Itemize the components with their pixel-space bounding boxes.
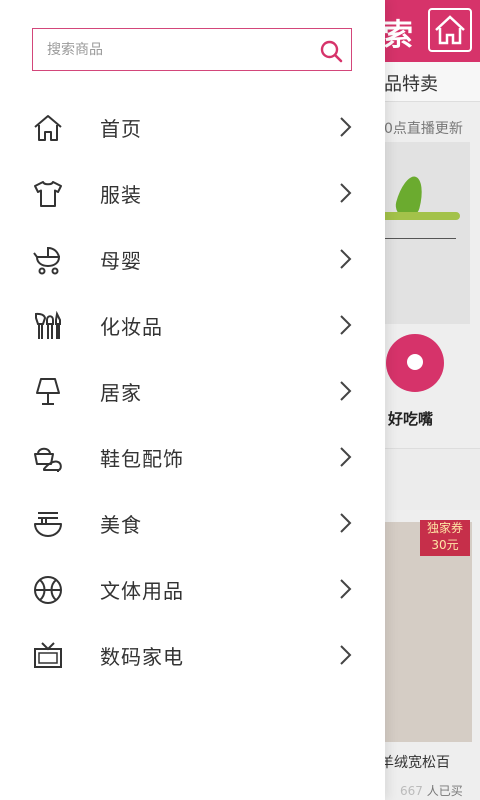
- home-icon: [34, 115, 62, 141]
- stroller-icon: [33, 246, 61, 275]
- menu-item-shoes-bags[interactable]: 鞋包配饰: [0, 425, 385, 491]
- sold-count: 667 人已买: [400, 782, 463, 799]
- background-product-title: 羊绒宽松百: [380, 755, 450, 771]
- coupon-badge-line2: 30元: [431, 538, 459, 552]
- tshirt-icon: [34, 181, 62, 207]
- chevron-right-icon: [340, 249, 352, 269]
- chevron-right-icon: [340, 183, 352, 203]
- search-icon[interactable]: [319, 39, 343, 63]
- home-icon[interactable]: [428, 8, 472, 52]
- menu-item-cosmetics[interactable]: 化妆品: [0, 293, 385, 359]
- lamp-icon: [36, 378, 60, 405]
- food-category-icon[interactable]: [386, 334, 444, 392]
- chevron-right-icon: [340, 645, 352, 665]
- chevron-right-icon: [340, 117, 352, 137]
- sold-count-number: 667: [400, 784, 423, 798]
- background-category-label: 好吃嘴: [388, 410, 434, 428]
- coupon-badge-line1: 独家券: [426, 521, 463, 535]
- menu-item-label: 鞋包配饰: [100, 447, 184, 471]
- menu-item-label: 母婴: [100, 249, 142, 273]
- chevron-right-icon: [340, 579, 352, 599]
- menu-item-digital-appliances[interactable]: 数码家电: [0, 623, 385, 689]
- menu-item-label: 首页: [100, 117, 142, 141]
- background-update-text: 0点直播更新: [384, 121, 463, 137]
- background-search-text: 索: [383, 18, 413, 53]
- menu-item-label: 美食: [100, 513, 142, 537]
- background-product-image[interactable]: [380, 142, 470, 324]
- menu-item-clothing[interactable]: 服装: [0, 161, 385, 227]
- chevron-right-icon: [340, 447, 352, 467]
- menu-item-label: 化妆品: [100, 315, 163, 339]
- ball-icon: [34, 576, 62, 604]
- noodle-bowl-icon: [34, 512, 62, 537]
- product-bar-image: [380, 212, 460, 220]
- menu-item-sports-stationery[interactable]: 文体用品: [0, 557, 385, 623]
- sold-count-suffix: 人已买: [426, 784, 463, 798]
- menu-item-label: 居家: [100, 381, 142, 405]
- search-box[interactable]: [32, 28, 352, 71]
- background-subnav-text: 品特卖: [384, 74, 438, 95]
- chevron-right-icon: [340, 381, 352, 401]
- menu-item-baby[interactable]: 母婴: [0, 227, 385, 293]
- menu-item-label: 数码家电: [100, 645, 184, 669]
- side-drawer: 首页 服装 母婴: [0, 0, 385, 800]
- chevron-right-icon: [340, 513, 352, 533]
- search-input[interactable]: [47, 38, 297, 62]
- coupon-badge: 独家券 30元: [420, 520, 470, 556]
- menu-item-home-living[interactable]: 居家: [0, 359, 385, 425]
- menu-item-home[interactable]: 首页: [0, 95, 385, 161]
- tv-icon: [34, 642, 62, 668]
- menu-item-food[interactable]: 美食: [0, 491, 385, 557]
- menu-item-label: 服装: [100, 183, 142, 207]
- product-line-image: [380, 238, 456, 239]
- menu-item-label: 文体用品: [100, 579, 184, 603]
- makeup-brush-icon: [35, 310, 61, 339]
- chevron-right-icon: [340, 315, 352, 335]
- shoe-bag-icon: [34, 447, 62, 472]
- category-menu: 首页 服装 母婴 化妆品 居家 鞋包配饰 美食 文体用品 数码家电: [0, 95, 385, 689]
